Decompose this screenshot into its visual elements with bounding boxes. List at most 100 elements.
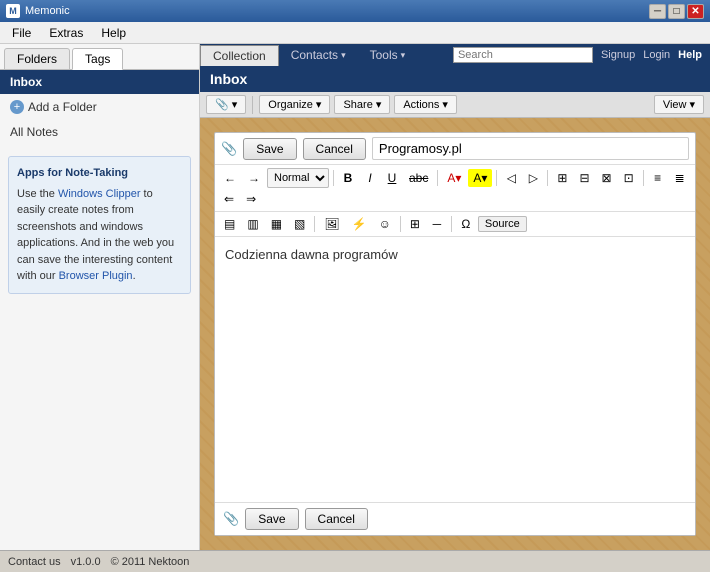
et-sep-5 — [643, 170, 644, 186]
nav-tab-contacts[interactable]: Contacts ▾ — [279, 44, 358, 66]
align-right-button[interactable]: ▦ — [266, 215, 287, 233]
top-save-button[interactable]: Save — [243, 138, 296, 160]
indent-button[interactable]: ▷ — [523, 169, 543, 187]
image-button[interactable]: 🖼 — [319, 215, 344, 233]
flash-button[interactable]: ⚡ — [347, 215, 372, 233]
sidebar-tabs: Folders Tags — [0, 44, 199, 70]
share-button[interactable]: Share ▾ — [334, 95, 390, 114]
editor-toolbar-1: ← → Normal B I U abc A▾ A▾ ◁ ▷ — [215, 165, 695, 212]
windows-clipper-link[interactable]: Windows Clipper — [58, 188, 141, 200]
smiley-button[interactable]: ☺ — [374, 215, 396, 233]
ordered-list-button[interactable]: ≣ — [670, 169, 690, 187]
top-nav-right: Signup Login Help — [453, 44, 710, 66]
search-input[interactable] — [453, 47, 593, 63]
sidebar-tab-folders[interactable]: Folders — [4, 48, 70, 69]
close-button[interactable]: ✕ — [687, 4, 704, 19]
app-icon: M — [6, 4, 20, 18]
contact-us-link[interactable]: Contact us — [8, 556, 61, 568]
editor-toolbar-2: ▤ ▥ ▦ ▧ 🖼 ⚡ ☺ ⊞ ─ Ω Source — [215, 212, 695, 237]
info-box: Apps for Note-Taking Use the Windows Cli… — [8, 156, 191, 294]
bottom-cancel-button[interactable]: Cancel — [305, 508, 368, 530]
signup-link[interactable]: Signup — [601, 49, 635, 61]
contacts-arrow-icon: ▾ — [341, 50, 346, 61]
highlight-button[interactable]: A▾ — [468, 169, 492, 187]
copyright-text: © 2011 Nektoon — [111, 556, 190, 568]
bottom-bar: 📎 Save Cancel — [215, 502, 695, 535]
sidebar-tab-tags[interactable]: Tags — [72, 48, 123, 70]
menu-bar: File Extras Help — [0, 22, 710, 44]
add-folder-button[interactable]: + Add a Folder — [0, 94, 199, 120]
editor-content[interactable] — [215, 237, 695, 502]
align-center-button[interactable]: ▥ — [242, 215, 263, 233]
login-link[interactable]: Login — [643, 49, 670, 61]
browser-plugin-link[interactable]: Browser Plugin — [59, 270, 133, 282]
et-sep-6 — [314, 216, 315, 232]
all-notes-link[interactable]: All Notes — [0, 120, 199, 144]
view-button[interactable]: View ▾ — [654, 95, 704, 114]
main-toolbar: 📎 ▾ Organize ▾ Share ▾ Actions ▾ View ▾ — [200, 92, 710, 118]
bottom-save-button[interactable]: Save — [245, 508, 298, 530]
status-bar: Contact us v1.0.0 © 2011 Nektoon — [0, 550, 710, 572]
content-area: 📎 Save Cancel ← → Normal B I U abc — [200, 118, 710, 550]
nav-tab-contacts-label: Contacts — [291, 48, 338, 62]
organize-button[interactable]: Organize ▾ — [259, 95, 330, 114]
bold-button[interactable]: B — [338, 169, 358, 187]
title-bar-left: M Memonic — [6, 4, 70, 18]
paste-word-button[interactable]: ⊡ — [619, 169, 639, 187]
actions-button[interactable]: Actions ▾ — [394, 95, 457, 114]
maximize-button[interactable]: □ — [668, 4, 685, 19]
paste-button[interactable]: ⊟ — [574, 169, 594, 187]
title-bar-buttons: ─ □ ✕ — [649, 4, 704, 19]
note-title-input[interactable] — [372, 137, 689, 160]
main-layout: Folders Tags Inbox + Add a Folder All No… — [0, 44, 710, 550]
minimize-button[interactable]: ─ — [649, 4, 666, 19]
nav-tab-tools[interactable]: Tools ▾ — [358, 44, 418, 66]
table-button[interactable]: ⊞ — [405, 215, 425, 233]
et-sep-1 — [333, 170, 334, 186]
redo-button[interactable]: → — [243, 169, 265, 187]
outdent-button[interactable]: ◁ — [501, 169, 521, 187]
sidebar-inbox: Inbox — [0, 70, 199, 94]
title-bar-text: Memonic — [25, 5, 70, 17]
decrease-indent-button[interactable]: ⇐ — [219, 190, 239, 208]
add-folder-icon: + — [10, 100, 24, 114]
editor-body-wrapper — [215, 237, 695, 502]
justify-button[interactable]: ▧ — [289, 215, 310, 233]
help-link[interactable]: Help — [678, 49, 702, 61]
toolbar-clip-button[interactable]: 📎 ▾ — [206, 95, 246, 114]
font-color-button[interactable]: A▾ — [442, 169, 466, 187]
info-box-title: Apps for Note-Taking — [17, 165, 182, 182]
rule-button[interactable]: ─ — [427, 215, 447, 233]
italic-button[interactable]: I — [360, 169, 380, 187]
underline-button[interactable]: U — [382, 169, 402, 187]
nav-tab-tools-label: Tools — [370, 48, 398, 62]
source-button[interactable]: Source — [478, 216, 527, 232]
menu-file[interactable]: File — [4, 24, 39, 42]
content-panel: Collection Contacts ▾ Tools ▾ Signup Log… — [200, 44, 710, 550]
attachment-icon: 📎 — [221, 141, 237, 157]
note-title-bar: 📎 Save Cancel — [215, 133, 695, 165]
align-left-button[interactable]: ▤ — [219, 215, 240, 233]
nav-tab-collection-label: Collection — [213, 49, 266, 63]
increase-indent-button[interactable]: ⇒ — [241, 190, 261, 208]
undo-button[interactable]: ← — [219, 169, 241, 187]
menu-extras[interactable]: Extras — [41, 24, 91, 42]
et-sep-7 — [400, 216, 401, 232]
special-char-button[interactable]: Ω — [456, 215, 476, 233]
bottom-attachment-icon: 📎 — [223, 511, 239, 527]
sidebar: Folders Tags Inbox + Add a Folder All No… — [0, 44, 200, 550]
version-text: v1.0.0 — [71, 556, 101, 568]
unordered-list-button[interactable]: ≡ — [648, 169, 668, 187]
et-sep-8 — [451, 216, 452, 232]
copy-button[interactable]: ⊞ — [552, 169, 572, 187]
top-nav: Collection Contacts ▾ Tools ▾ Signup Log… — [200, 44, 710, 66]
top-cancel-button[interactable]: Cancel — [303, 138, 366, 160]
format-select[interactable]: Normal — [267, 168, 329, 188]
nav-tab-collection[interactable]: Collection — [200, 45, 279, 66]
menu-help[interactable]: Help — [93, 24, 134, 42]
et-sep-4 — [547, 170, 548, 186]
paste-text-button[interactable]: ⊠ — [597, 169, 617, 187]
info-box-text1: Use the — [17, 188, 58, 200]
info-box-text3: . — [133, 270, 136, 282]
strikethrough-button[interactable]: abc — [404, 169, 433, 187]
